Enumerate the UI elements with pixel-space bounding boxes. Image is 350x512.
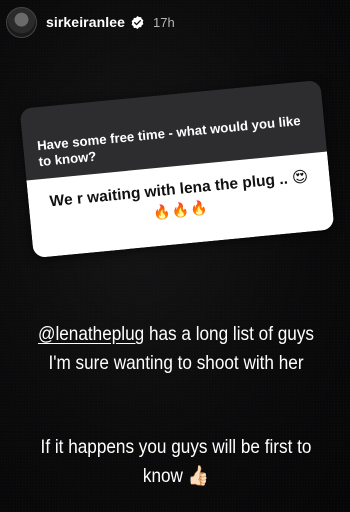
caption-2-text: If it happens you guys will be first to … bbox=[40, 436, 312, 487]
post-time: 17h bbox=[153, 14, 175, 30]
heart-eyes-emoji-icon: 😍 bbox=[291, 168, 309, 187]
mention-link[interactable]: @lenatheplug bbox=[38, 323, 144, 345]
story-caption-1: @lenatheplug has a long list of guys I'm… bbox=[28, 320, 324, 378]
verified-badge-icon bbox=[131, 15, 144, 29]
username[interactable]: sirkeiranlee bbox=[46, 14, 125, 30]
story-caption-2: If it happens you guys will be first to … bbox=[28, 433, 324, 491]
fire-emoji-icon: 🔥🔥🔥 bbox=[152, 199, 210, 221]
profile-avatar[interactable] bbox=[6, 6, 37, 38]
question-sticker[interactable]: Have some free time - what would you lik… bbox=[19, 79, 335, 259]
thumbs-up-emoji-icon: 👍🏻 bbox=[187, 465, 210, 487]
story-header: sirkeiranlee 17h bbox=[6, 4, 350, 40]
